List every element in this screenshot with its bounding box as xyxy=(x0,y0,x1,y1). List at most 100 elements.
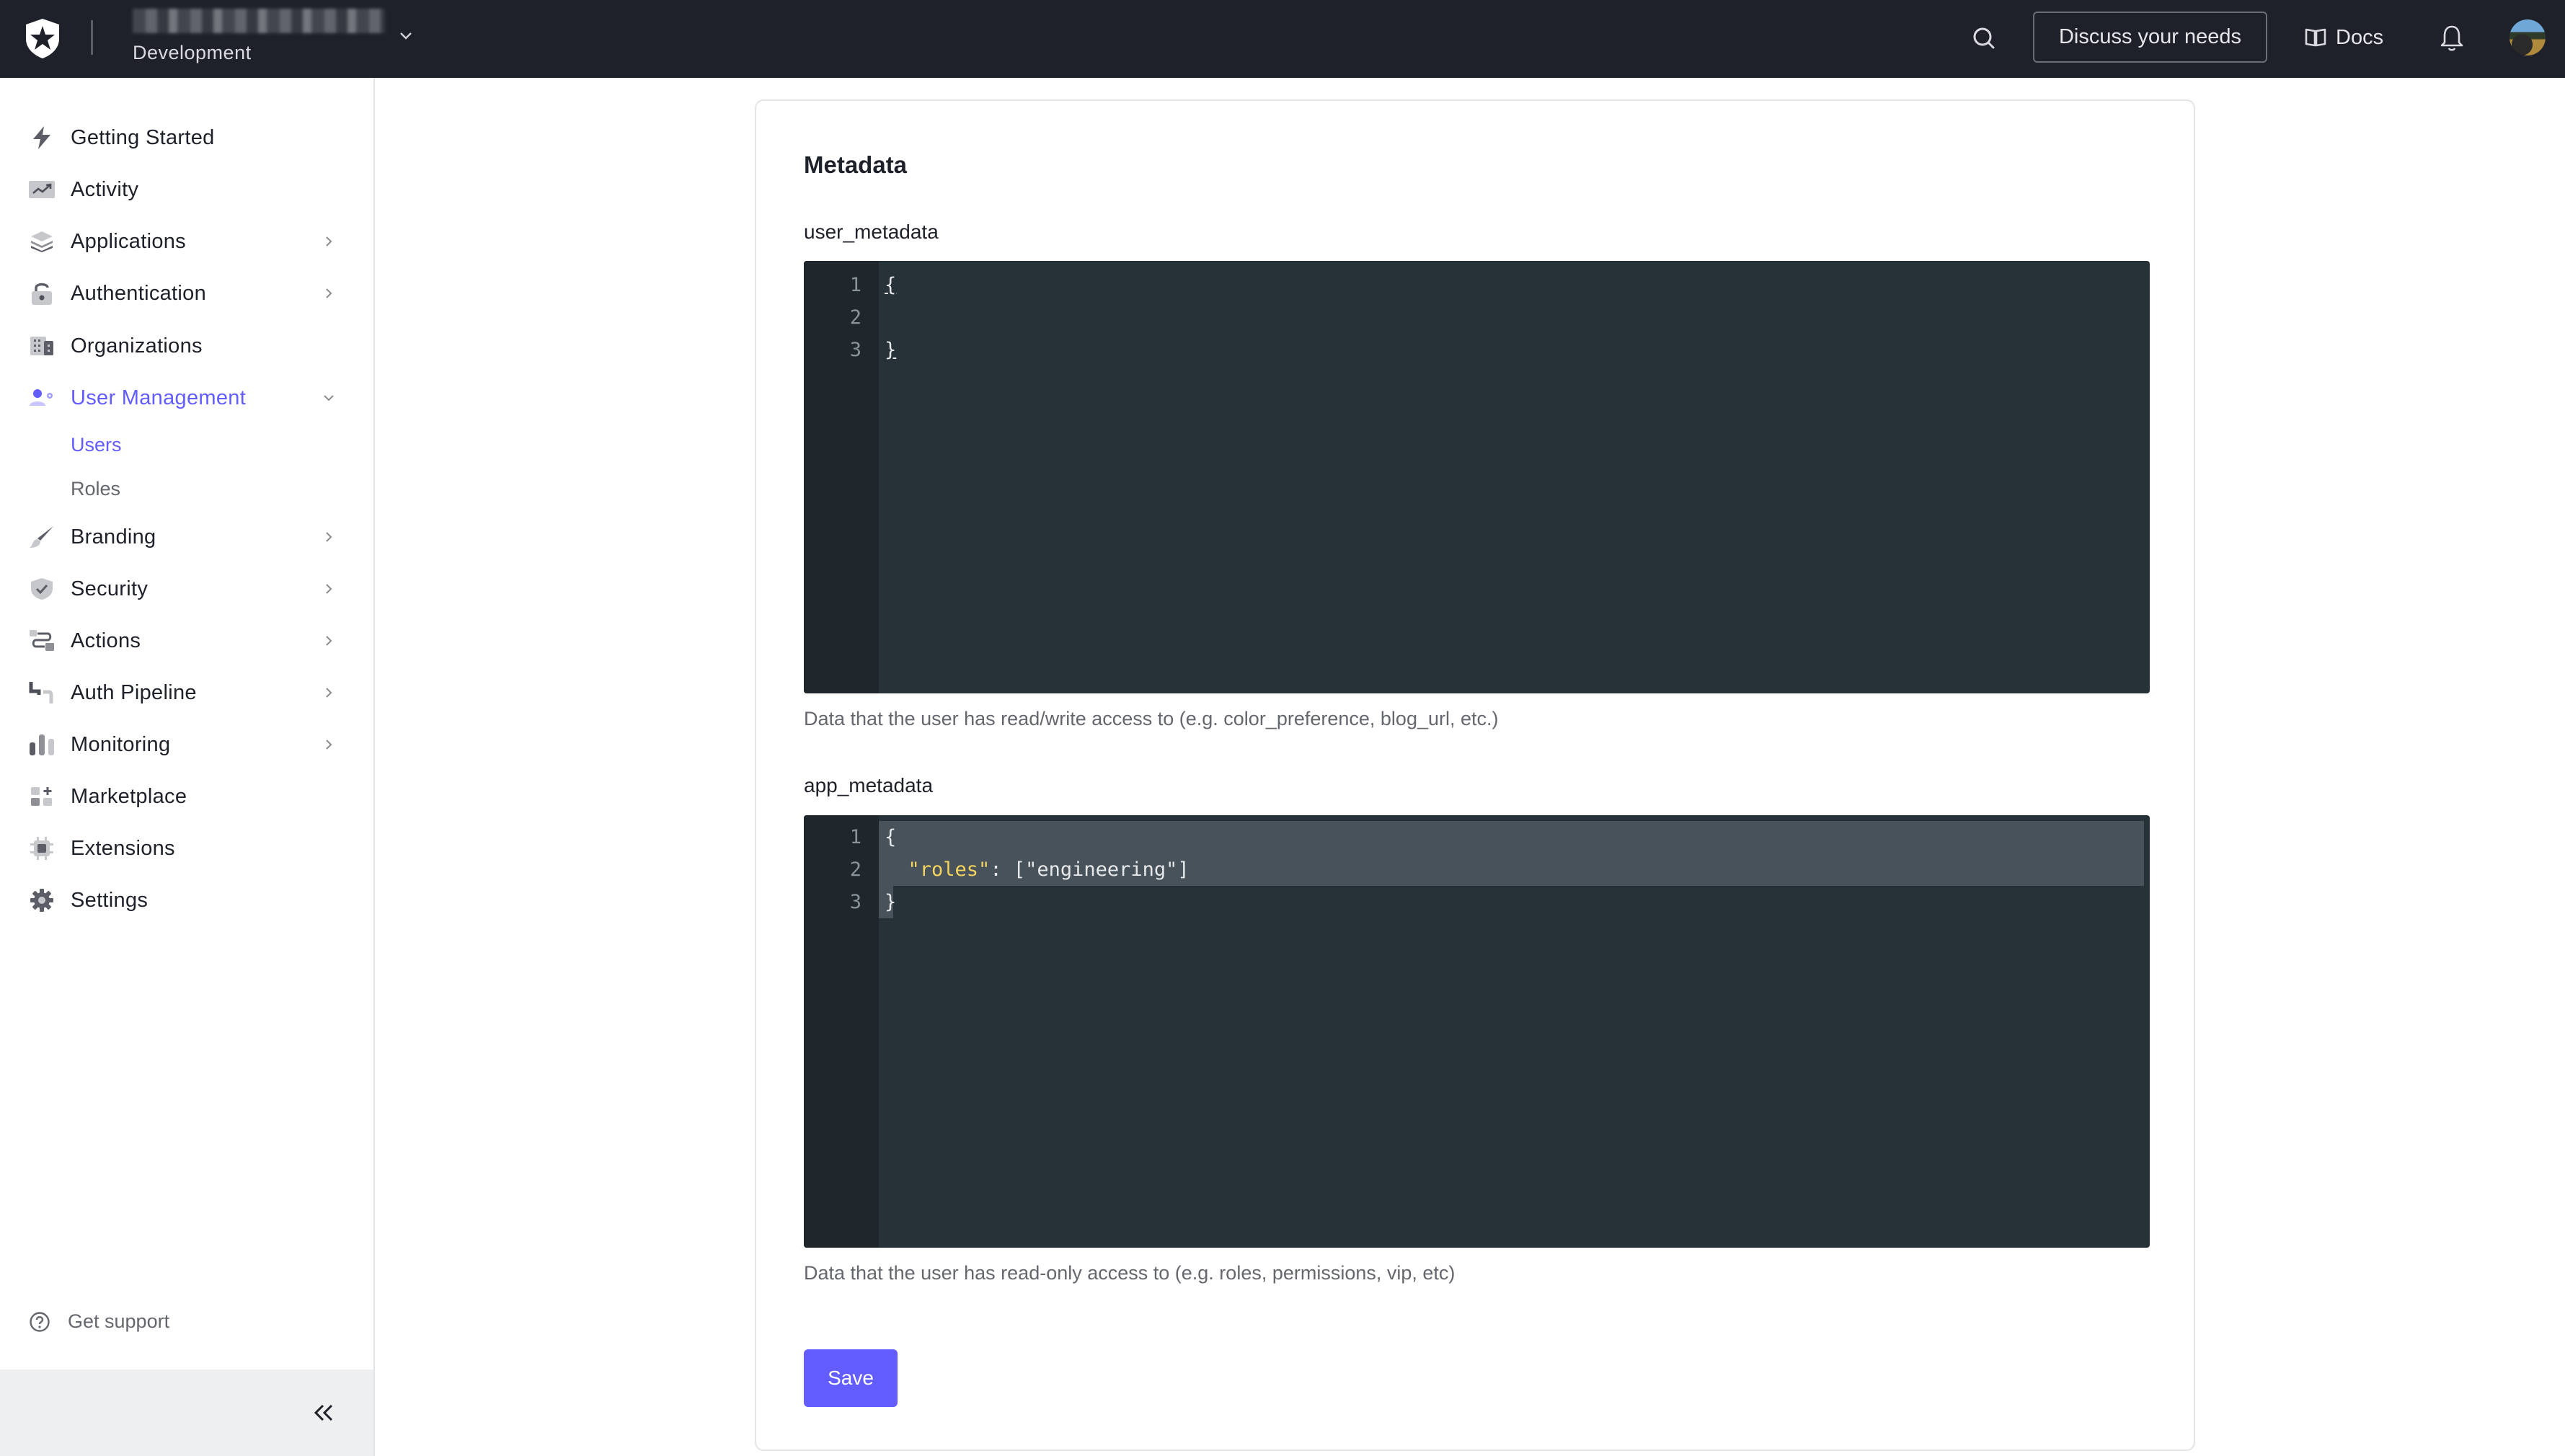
user-metadata-label: user_metadata xyxy=(804,221,939,243)
chevron-right-icon xyxy=(326,532,332,542)
save-button[interactable]: Save xyxy=(804,1349,898,1407)
tenant-name-redacted xyxy=(133,9,385,33)
user-avatar[interactable] xyxy=(2509,19,2546,56)
code-line: 1 { xyxy=(804,269,2150,301)
line-number: 3 xyxy=(849,339,861,361)
sidebar-item-label: Activity xyxy=(71,177,139,201)
app-metadata-label: app_metadata xyxy=(804,774,934,796)
card-title: Metadata xyxy=(804,151,908,178)
user-gear-icon xyxy=(27,383,56,412)
sidebar-item-extensions[interactable]: Extensions xyxy=(0,825,373,871)
get-support-label: Get support xyxy=(68,1310,170,1332)
chevron-right-icon xyxy=(326,688,332,698)
sidebar-subitem-roles[interactable]: Roles xyxy=(71,478,120,500)
search-icon[interactable] xyxy=(1970,25,1998,52)
code-text: "roles": ["engineering"] xyxy=(885,853,1190,886)
json-value: : ["engineering"] xyxy=(990,858,1190,881)
sidebar-footer xyxy=(0,1370,373,1456)
chevron-right-icon xyxy=(326,288,332,298)
unlock-icon xyxy=(27,279,56,308)
docs-label: Docs xyxy=(2336,25,2384,49)
sidebar-item-label: Settings xyxy=(71,888,149,912)
chevron-right-icon xyxy=(326,236,332,247)
metadata-card: Metadata user_metadata 1 { 2 3 } Data th… xyxy=(755,99,2195,1451)
sidebar-item-label: Auth Pipeline xyxy=(71,680,197,704)
sidebar-item-label: Marketplace xyxy=(71,784,187,808)
sidebar-item-authentication[interactable]: Authentication xyxy=(0,270,373,316)
sidebar-item-branding[interactable]: Branding xyxy=(0,514,373,560)
json-key: "roles" xyxy=(908,858,991,881)
flow-icon xyxy=(27,626,56,655)
top-bar: Development Discuss your needs Docs xyxy=(0,0,2565,78)
sidebar-item-organizations[interactable]: Organizations xyxy=(0,323,373,369)
code-text: { xyxy=(885,274,897,296)
sidebar-item-label: Security xyxy=(71,577,149,600)
sidebar: Getting Started Activity Applications Au… xyxy=(0,78,375,1456)
gear-icon xyxy=(27,886,56,915)
code-line: 2 "roles": ["engineering"] xyxy=(804,853,2150,886)
chevron-down-icon xyxy=(324,395,334,401)
sidebar-subitem-users[interactable]: Users xyxy=(71,434,122,456)
sidebar-item-settings[interactable]: Settings xyxy=(0,877,373,923)
sidebar-item-auth-pipeline[interactable]: Auth Pipeline xyxy=(0,670,373,716)
chevron-right-icon xyxy=(326,636,332,646)
header-divider xyxy=(91,20,93,55)
sidebar-item-label: Authentication xyxy=(71,281,206,305)
sidebar-item-user-management[interactable]: User Management xyxy=(0,375,373,421)
get-support-link[interactable]: Get support xyxy=(29,1310,169,1333)
bell-icon[interactable] xyxy=(2437,23,2466,53)
app-metadata-editor[interactable]: 1 { 2 "roles": ["engineering"] 3 } xyxy=(804,815,2150,1248)
code-text: } xyxy=(885,891,897,913)
sidebar-item-getting-started[interactable]: Getting Started xyxy=(0,115,373,161)
sidebar-item-security[interactable]: Security xyxy=(0,566,373,612)
docs-link[interactable]: Docs xyxy=(2304,22,2383,53)
line-number: 2 xyxy=(849,306,861,329)
brush-icon xyxy=(27,523,56,551)
sidebar-item-applications[interactable]: Applications xyxy=(0,218,373,265)
chip-icon xyxy=(27,834,56,863)
code-line: 3 } xyxy=(804,886,2150,918)
line-number: 1 xyxy=(849,826,861,848)
tenant-selector[interactable]: Development xyxy=(133,9,385,64)
sidebar-item-label: Extensions xyxy=(71,836,175,860)
sidebar-item-label: User Management xyxy=(71,386,247,409)
user-metadata-helper: Data that the user has read/write access… xyxy=(804,708,1499,729)
discuss-your-needs-button[interactable]: Discuss your needs xyxy=(2033,12,2267,63)
sidebar-item-label: Organizations xyxy=(71,334,203,358)
chevron-right-icon xyxy=(326,740,332,750)
app-metadata-helper: Data that the user has read-only access … xyxy=(804,1262,1456,1284)
grid-plus-icon xyxy=(27,782,56,811)
building-icon xyxy=(27,332,56,360)
sidebar-item-label: Actions xyxy=(71,629,141,652)
book-icon xyxy=(2305,28,2326,47)
line-number: 1 xyxy=(849,274,861,296)
bar-chart-icon xyxy=(27,730,56,759)
code-line: 2 xyxy=(804,301,2150,334)
sidebar-item-label: Applications xyxy=(71,229,186,253)
line-number: 3 xyxy=(849,891,861,913)
shield-check-icon xyxy=(27,574,56,603)
tenant-environment: Development xyxy=(133,42,252,63)
sidebar-item-monitoring[interactable]: Monitoring xyxy=(0,722,373,768)
user-metadata-editor[interactable]: 1 { 2 3 } xyxy=(804,261,2150,693)
chevron-right-icon xyxy=(326,584,332,594)
layers-icon xyxy=(27,227,56,256)
sidebar-item-label: Branding xyxy=(71,525,156,549)
line-number: 2 xyxy=(849,858,861,881)
activity-chart-icon xyxy=(27,175,56,204)
code-line: 1 { xyxy=(804,821,2150,853)
chevron-down-icon[interactable] xyxy=(398,27,414,43)
auth0-logo-icon[interactable] xyxy=(23,17,62,59)
sidebar-item-activity[interactable]: Activity xyxy=(0,167,373,213)
code-text: } xyxy=(885,339,897,361)
lightning-icon xyxy=(27,123,56,152)
code-line: 3 } xyxy=(804,334,2150,366)
sidebar-item-actions[interactable]: Actions xyxy=(0,618,373,664)
collapse-sidebar-icon[interactable] xyxy=(310,1401,339,1424)
sidebar-item-label: Monitoring xyxy=(71,732,171,756)
help-circle-icon xyxy=(30,1311,50,1332)
code-text: { xyxy=(885,826,897,848)
sidebar-item-marketplace[interactable]: Marketplace xyxy=(0,773,373,820)
pipe-icon xyxy=(27,678,56,707)
sidebar-item-label: Getting Started xyxy=(71,125,215,149)
